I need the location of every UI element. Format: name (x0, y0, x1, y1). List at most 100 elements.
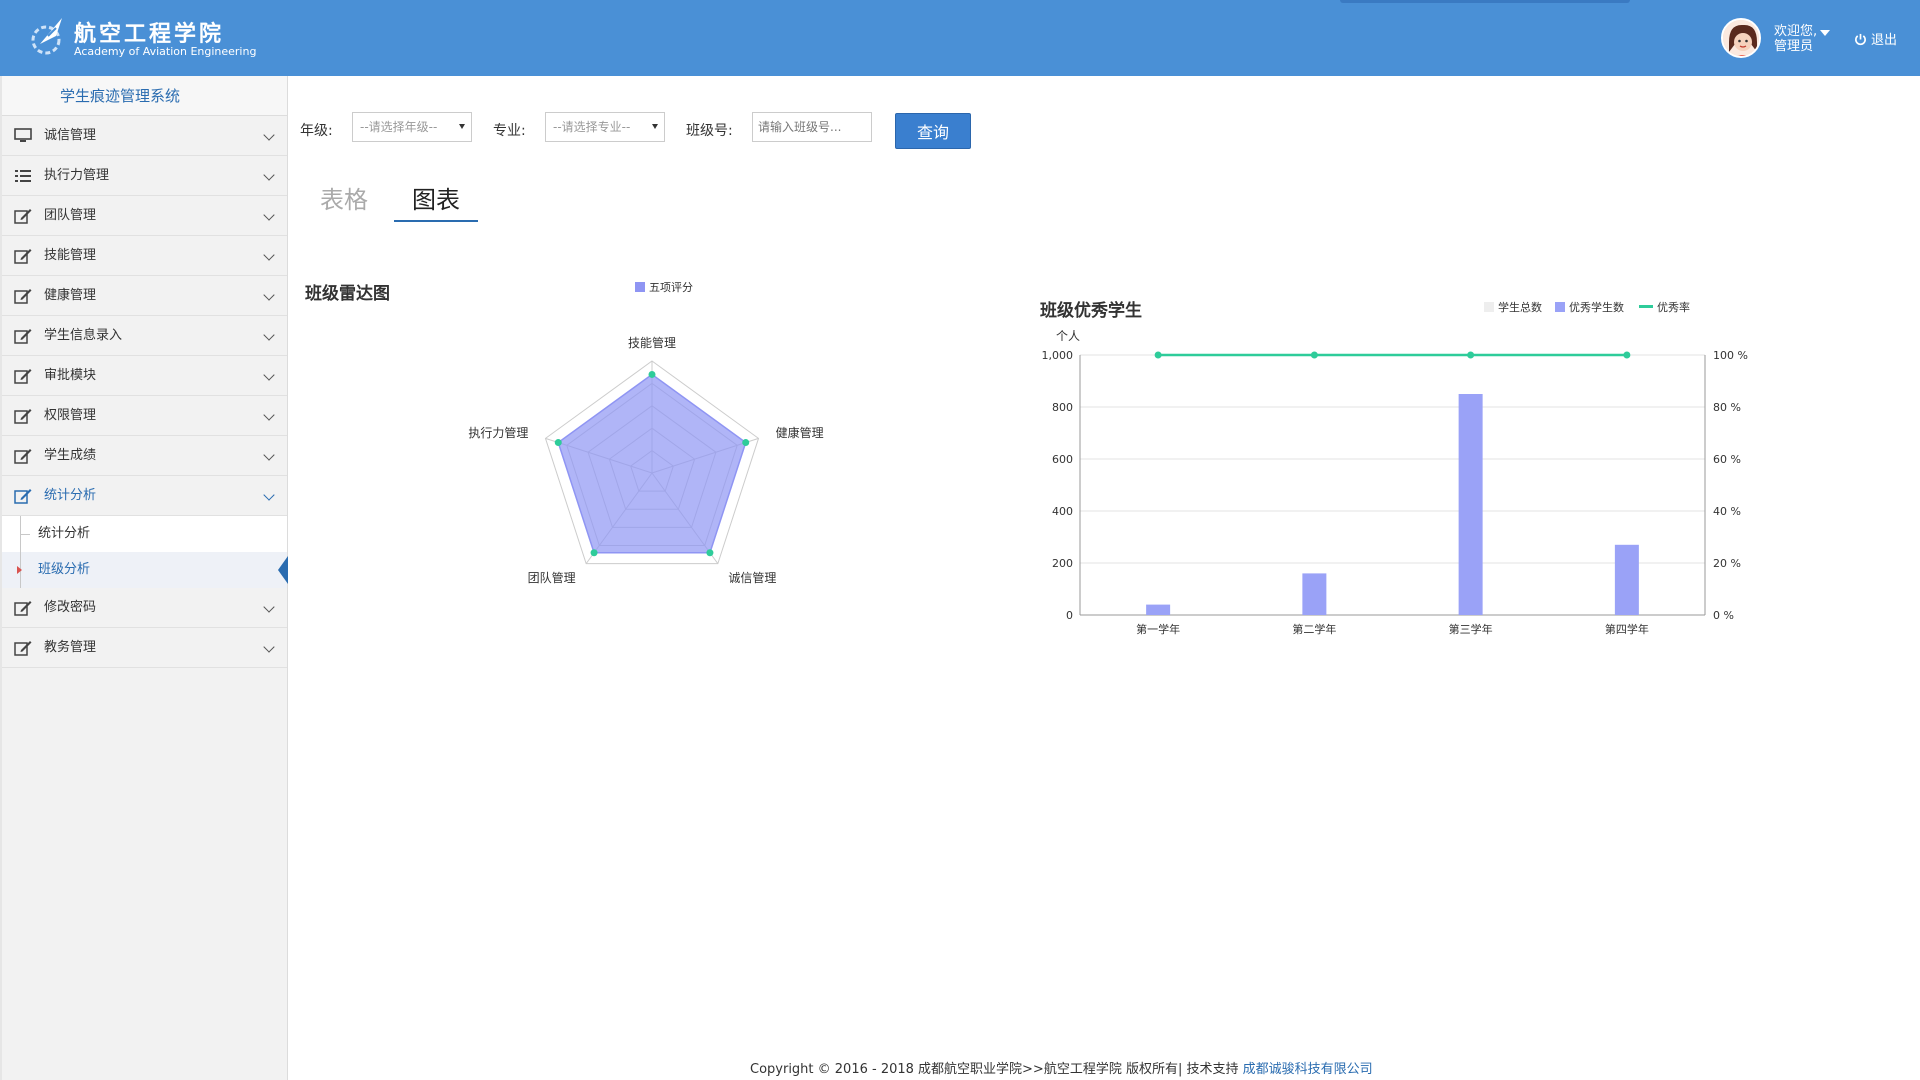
sidebar: 学生痕迹管理系统 诚信管理 执行力管理 团队管理 技能管理 健康管理 学生信息录… (0, 76, 288, 1080)
radar-legend-item[interactable]: 五项评分 (635, 279, 693, 295)
dropdown-arrow-icon (652, 124, 658, 129)
chevron-down-icon (263, 169, 275, 181)
chevron-down-icon (263, 601, 275, 613)
radar-point (742, 439, 750, 447)
dropdown-arrow-icon (459, 124, 465, 129)
chevron-down-icon (263, 449, 275, 461)
rate-point (1154, 351, 1162, 359)
edit-icon (14, 329, 32, 344)
radar-indicator-label: 技能管理 (628, 335, 676, 350)
major-select[interactable]: --请选择专业-- (545, 112, 665, 142)
radar-indicator-label: 团队管理 (528, 570, 576, 585)
query-button[interactable]: 查询 (895, 113, 971, 149)
sidebar-subitem-class-analysis[interactable]: 班级分析 (2, 552, 288, 588)
user-avatar-icon (1723, 20, 1759, 56)
sidebar-subitem-statistics[interactable]: 统计分析 (2, 516, 287, 552)
legend-swatch (1484, 302, 1494, 312)
radar-chart: 技能管理健康管理诚信管理 团队管理 执行力管理 (468, 335, 823, 585)
sidebar-item-label: 审批模块 (44, 368, 97, 383)
bar (1458, 394, 1483, 615)
sidebar-item-student-entry[interactable]: 学生信息录入 (2, 316, 287, 356)
current-arrow-icon (17, 566, 22, 574)
y-tick-label: 400 (1052, 505, 1073, 518)
radar-indicator-label: 诚信管理 (728, 570, 776, 585)
edit-icon (14, 409, 32, 424)
legend-swatch (635, 282, 645, 292)
system-title: 学生痕迹管理系统 (2, 76, 287, 116)
sidebar-item-label: 权限管理 (44, 408, 97, 423)
bar-legend-excellent[interactable]: 优秀学生数 (1555, 299, 1624, 315)
sidebar-item-skills[interactable]: 技能管理 (2, 236, 287, 276)
radar-point (648, 370, 656, 378)
sidebar-item-label: 健康管理 (44, 288, 97, 303)
radar-point (706, 549, 714, 557)
company-link[interactable]: 成都诚骏科技有限公司 (1243, 1062, 1373, 1077)
view-tabs: 表格 图表 (318, 180, 518, 222)
edit-icon (14, 289, 32, 304)
radar-chart-title: 班级雷达图 (305, 284, 390, 304)
logout-button[interactable]: 退出 (1854, 29, 1897, 48)
y2-tick-label: 80 % (1713, 401, 1741, 414)
radar-point (590, 549, 598, 557)
x-tick-label: 第四学年 (1605, 622, 1649, 636)
filter-bar: 年级: --请选择年级-- 专业: --请选择专业-- 班级号: 查询 (300, 112, 1000, 149)
logout-label: 退出 (1871, 33, 1898, 48)
radar-indicator-label: 执行力管理 (468, 425, 528, 440)
chevron-down-icon (263, 289, 275, 301)
x-tick-label: 第一学年 (1136, 622, 1180, 636)
sidebar-item-academic-affairs[interactable]: 教务管理 (2, 628, 287, 668)
y-tick-label: 600 (1052, 453, 1073, 466)
chevron-down-icon (263, 329, 275, 341)
tab-table[interactable]: 表格 (320, 180, 368, 222)
bar (1302, 573, 1327, 615)
sidebar-item-approval[interactable]: 审批模块 (2, 356, 287, 396)
chevron-down-icon (263, 369, 275, 381)
list-icon (15, 170, 31, 182)
top-header: 航空工程学院 Academy of Aviation Engineering 欢… (0, 0, 1920, 76)
x-tick-label: 第三学年 (1449, 622, 1493, 636)
logo-chinese-name: 航空工程学院 (74, 22, 225, 47)
class-number-input[interactable] (752, 112, 872, 142)
legend-swatch (1639, 305, 1653, 308)
tree-tick (20, 534, 30, 535)
legend-swatch (1555, 302, 1565, 312)
caret-down-icon[interactable] (1820, 30, 1830, 36)
monitor-icon (14, 128, 32, 142)
sidebar-item-label: 学生信息录入 (44, 328, 123, 343)
sidebar-item-integrity[interactable]: 诚信管理 (2, 116, 287, 156)
logo-english-name: Academy of Aviation Engineering (74, 45, 257, 58)
tab-chart[interactable]: 图表 (394, 180, 478, 222)
sidebar-item-label: 修改密码 (44, 600, 97, 615)
sidebar-item-change-password[interactable]: 修改密码 (2, 588, 287, 628)
radar-series-area (557, 373, 747, 554)
sidebar-item-label: 教务管理 (44, 640, 97, 655)
sidebar-item-health[interactable]: 健康管理 (2, 276, 287, 316)
chevron-down-icon (263, 409, 275, 421)
avatar[interactable] (1721, 18, 1761, 58)
bar-legend-total[interactable]: 学生总数 (1484, 299, 1542, 315)
sidebar-item-label: 执行力管理 (44, 168, 110, 183)
sidebar-item-execution[interactable]: 执行力管理 (2, 156, 287, 196)
rate-point (1623, 351, 1631, 359)
bar-legend-rate[interactable]: 优秀率 (1639, 299, 1690, 315)
logo[interactable]: 航空工程学院 Academy of Aviation Engineering (26, 12, 266, 64)
active-indicator (278, 556, 288, 584)
class-label: 班级号: (686, 123, 733, 139)
power-icon (1855, 33, 1866, 46)
sidebar-item-grades[interactable]: 学生成绩 (2, 436, 287, 476)
user-menu[interactable]: 欢迎您, 管理员 退出 (1718, 14, 1920, 62)
sidebar-item-permissions[interactable]: 权限管理 (2, 396, 287, 436)
sidebar-subitem-label: 统计分析 (38, 526, 91, 541)
grade-select[interactable]: --请选择年级-- (352, 112, 472, 142)
y-tick-label: 800 (1052, 401, 1073, 414)
copyright-text: Copyright © 2016 - 2018 成都航空职业学院>>航空工程学院… (750, 1062, 1239, 1077)
chevron-down-icon (263, 641, 275, 653)
y2-tick-label: 100 % (1713, 349, 1748, 362)
sidebar-item-statistics[interactable]: 统计分析 (2, 476, 287, 516)
sidebar-item-label: 学生成绩 (44, 448, 97, 463)
chevron-down-icon (263, 129, 275, 141)
sidebar-item-team[interactable]: 团队管理 (2, 196, 287, 236)
y2-tick-label: 20 % (1713, 557, 1741, 570)
bar (1146, 604, 1171, 615)
edit-icon (14, 449, 32, 464)
